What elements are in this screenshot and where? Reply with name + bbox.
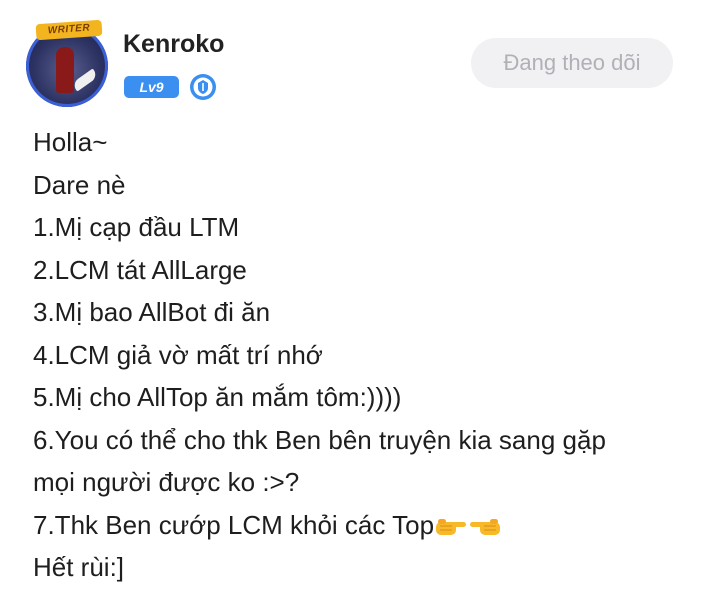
post-line: 5.Mị cho AllTop ăn mắm tôm:)))) [33,382,402,412]
point-right-emoji [436,518,467,535]
level-badge: Lv9 [124,76,179,98]
avatar-feather [71,68,99,92]
point-left-emoji [470,518,501,535]
post-line-with-emoji: 7.Thk Ben cướp LCM khỏi các Top [33,504,693,547]
post-line: 3.Mị bao AllBot đi ăn [33,297,271,327]
avatar-figure [56,47,74,93]
post-line: Holla~ [33,127,108,157]
post-line-text: 7.Thk Ben cướp LCM khỏi các Top [33,509,435,540]
post-line: 6.You có thể cho thk Ben bên truyện kia … [33,424,606,455]
verified-shield-icon [190,74,216,100]
post-content: Holla~ Dare nè 1.Mị cạp đầu LTM 2.LCM tá… [33,121,693,589]
post-line: 2.LCM tát AllLarge [33,254,247,285]
post-header: WRITER Kenroko Lv9 Đang theo dõi [0,0,706,112]
post-line: 1.Mị cạp đầu LTM [33,212,240,242]
post-line: Hết rùi:] [33,552,125,582]
post-line: 4.LCM giả vờ mất trí nhớ [33,339,323,370]
post-line: mọi người được ko :>? [33,467,300,497]
author-name[interactable]: Kenroko [123,30,224,59]
post-line: Dare nè [33,169,126,200]
following-button[interactable]: Đang theo dõi [471,38,673,88]
